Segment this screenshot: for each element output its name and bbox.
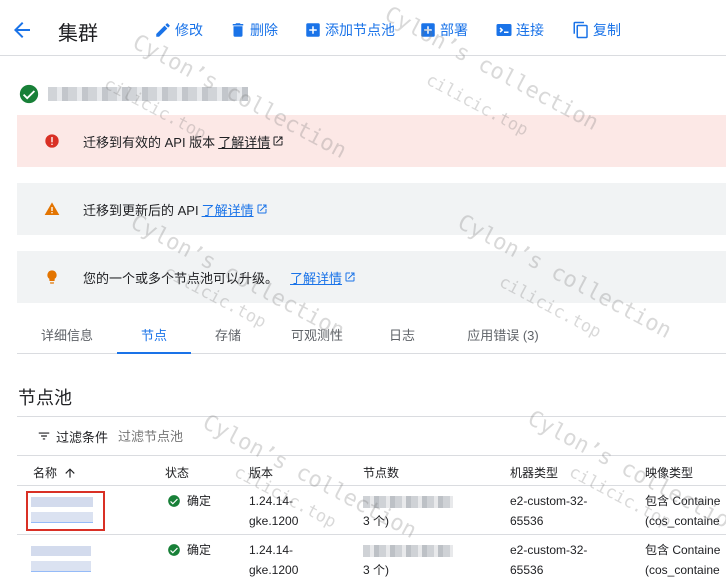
- check-circle-icon: [168, 544, 180, 556]
- connect-label: 连接: [516, 22, 544, 38]
- copy-icon: [573, 21, 588, 39]
- add-node-pool-button[interactable]: 添加节点池: [304, 20, 395, 40]
- info-banner: 您的一个或多个节点池可以升级。 了解详情: [17, 251, 726, 303]
- node-count-cell: 3 个): [363, 491, 453, 531]
- delete-button[interactable]: 删除: [229, 20, 278, 40]
- node-pool-name-link-redacted[interactable]: [31, 546, 91, 572]
- warning-icon: [43, 200, 61, 218]
- node-pools-title: 节点池: [18, 388, 72, 408]
- connect-button[interactable]: 连接: [495, 20, 544, 40]
- warning-banner: 迁移到更新后的 API 了解详情: [17, 183, 726, 235]
- warning-learn-more-link[interactable]: 了解详情: [202, 200, 268, 219]
- column-name[interactable]: 名称: [33, 464, 77, 481]
- deploy-button[interactable]: 部署: [419, 20, 468, 40]
- error-banner: 迁移到有效的 API 版本 了解详情: [17, 115, 726, 167]
- column-version: 版本: [249, 466, 274, 480]
- column-image-type: 映像类型: [645, 466, 694, 480]
- filter-icon[interactable]: [37, 429, 51, 443]
- table-row: 确定 1.24.14- gke.1200 3 个) e2-custom-32- 65…: [17, 536, 726, 583]
- back-arrow-icon[interactable]: [10, 18, 34, 42]
- version-cell: 1.24.14- gke.1200: [249, 494, 299, 528]
- tab-nodes[interactable]: 节点: [117, 318, 191, 354]
- terminal-icon: [496, 24, 512, 36]
- column-status: 状态: [165, 466, 190, 480]
- error-icon: [43, 132, 61, 150]
- image-type-cell: 包含 Containe (cos_containe: [645, 494, 721, 528]
- add-box-icon: [306, 23, 320, 37]
- table-row: 确定 1.24.14- gke.1200 3 个) e2-custom-32- 65…: [17, 487, 726, 535]
- external-link-icon: [273, 136, 283, 146]
- page-title: 集群: [58, 23, 98, 45]
- top-bar: 集群 修改 删除 添加节点池 部署 连接 复制: [0, 0, 726, 56]
- deploy-label: 部署: [440, 22, 468, 38]
- check-circle-icon: [19, 84, 39, 104]
- add-node-pool-label: 添加节点池: [325, 22, 395, 38]
- column-machine-type: 机器类型: [510, 466, 559, 480]
- external-link-icon: [257, 204, 267, 214]
- info-banner-text: 您的一个或多个节点池可以升级。: [83, 270, 279, 286]
- lightbulb-icon: [43, 268, 61, 286]
- machine-type-cell: e2-custom-32- 65536: [510, 543, 588, 577]
- tab-bar: 详细信息 节点 存储 可观测性 日志 应用错误 (3): [17, 318, 726, 354]
- error-learn-more-link[interactable]: 了解详情: [218, 132, 284, 151]
- tab-details[interactable]: 详细信息: [17, 318, 117, 354]
- copy-label: 复制: [593, 22, 621, 38]
- filter-node-pools-input[interactable]: [118, 428, 319, 444]
- highlight-annotation-box: [26, 491, 105, 531]
- column-node-count: 节点数: [363, 466, 400, 480]
- pencil-icon: [156, 23, 170, 37]
- warning-banner-text: 迁移到更新后的 API: [83, 202, 199, 218]
- tab-observability[interactable]: 可观测性: [279, 318, 355, 354]
- filter-bar: 过滤条件: [17, 416, 726, 456]
- cluster-name-redacted: [48, 87, 248, 101]
- redacted-block: [363, 544, 453, 557]
- edit-button[interactable]: 修改: [154, 20, 203, 40]
- arrow-up-icon: [65, 467, 75, 478]
- edit-label: 修改: [175, 22, 203, 38]
- external-link-icon: [345, 272, 355, 282]
- status-cell: 确定: [167, 540, 211, 560]
- add-box-icon: [421, 23, 435, 37]
- delete-label: 删除: [250, 22, 278, 38]
- trash-icon: [232, 23, 244, 37]
- tab-logs[interactable]: 日志: [377, 318, 427, 354]
- redacted-block: [363, 495, 453, 508]
- node-count-cell: 3 个): [363, 540, 453, 580]
- machine-type-cell: e2-custom-32- 65536: [510, 494, 588, 528]
- check-circle-icon: [168, 495, 180, 507]
- version-cell: 1.24.14- gke.1200: [249, 543, 299, 577]
- cluster-name-row: [18, 83, 248, 105]
- info-learn-more-link[interactable]: 了解详情: [290, 268, 356, 287]
- copy-button[interactable]: 复制: [572, 20, 621, 40]
- tab-app-errors[interactable]: 应用错误 (3): [455, 318, 551, 354]
- tab-storage[interactable]: 存储: [203, 318, 253, 354]
- error-banner-text: 迁移到有效的 API 版本: [83, 134, 216, 150]
- filter-label: 过滤条件: [56, 429, 109, 445]
- image-type-cell: 包含 Containe (cos_containe: [645, 543, 721, 577]
- table-header: 名称 状态 版本 节点数 机器类型 映像类型: [17, 456, 726, 486]
- status-cell: 确定: [167, 491, 211, 511]
